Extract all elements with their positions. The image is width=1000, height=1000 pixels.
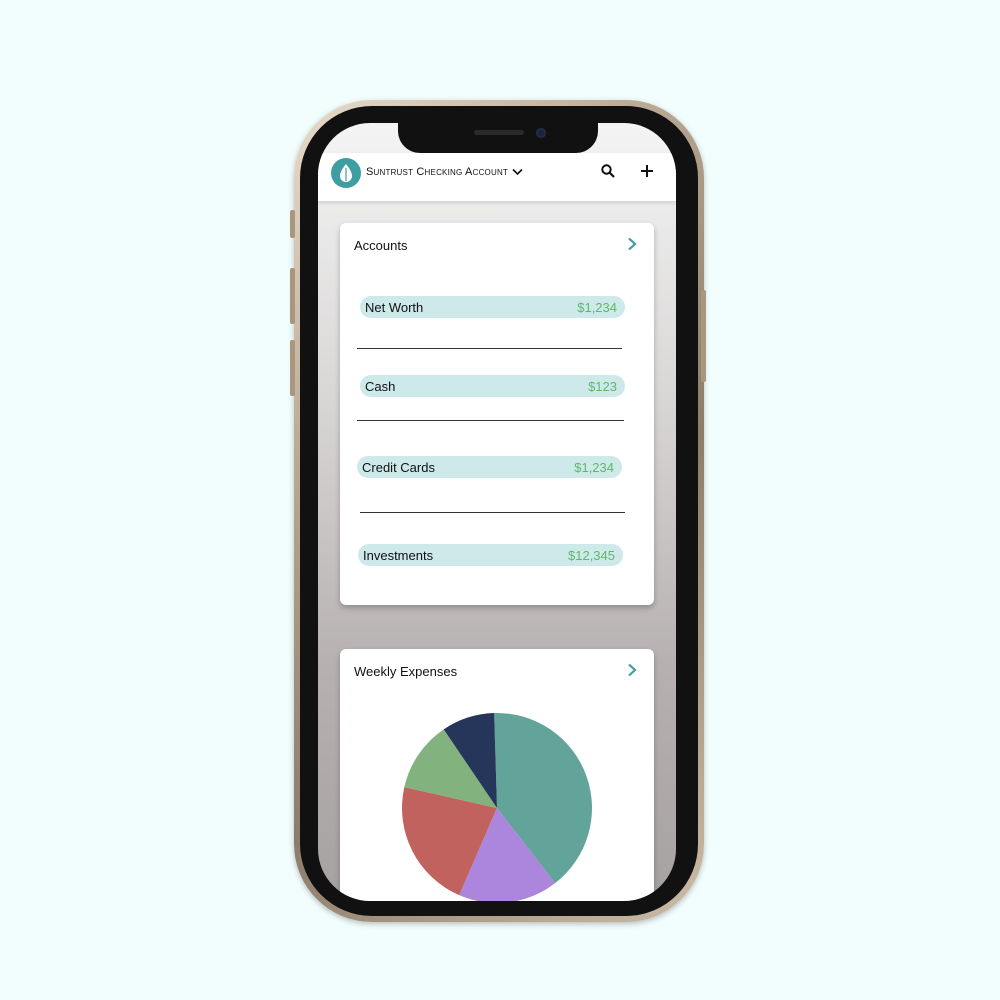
account-row-investments[interactable]: Investments $12,345 <box>358 544 623 566</box>
account-selector[interactable]: Suntrust Checking Account <box>366 166 523 178</box>
account-label: Cash <box>365 378 396 394</box>
app-header: Suntrust Checking Account <box>318 153 676 201</box>
account-amount: $1,234 <box>574 459 614 475</box>
account-amount: $12,345 <box>568 547 615 563</box>
front-camera <box>536 128 546 138</box>
search-icon[interactable] <box>599 162 617 180</box>
account-label: Investments <box>363 547 434 563</box>
account-amount: $1,234 <box>577 299 617 315</box>
phone-screen: Suntrust Checking Account Accounts Net W… <box>318 123 676 901</box>
accounts-card: Accounts Net Worth $1,234 Cash $123 Cred… <box>340 223 654 605</box>
speaker <box>474 130 524 135</box>
notch <box>398 123 598 153</box>
weekly-expenses-title: Weekly Expenses <box>354 664 458 679</box>
account-row-credit-cards[interactable]: Credit Cards $1,234 <box>357 456 622 478</box>
expenses-pie-chart <box>402 713 592 901</box>
chevron-right-icon[interactable] <box>626 237 638 251</box>
mute-switch <box>290 210 295 238</box>
divider <box>357 348 622 349</box>
account-amount: $123 <box>588 378 617 394</box>
account-row-cash[interactable]: Cash $123 <box>360 375 625 397</box>
power-button <box>701 290 706 382</box>
account-label: Credit Cards <box>362 459 435 475</box>
account-row-net-worth[interactable]: Net Worth $1,234 <box>360 296 625 318</box>
divider <box>357 420 624 421</box>
chevron-right-icon[interactable] <box>626 663 638 677</box>
leaf-drop-icon[interactable] <box>331 158 361 188</box>
account-label: Net Worth <box>365 299 424 315</box>
account-title: Suntrust Checking Account <box>366 166 509 178</box>
accounts-title: Accounts <box>354 238 408 253</box>
plus-icon[interactable] <box>638 162 656 180</box>
volume-up-button <box>290 268 295 324</box>
chevron-down-icon <box>512 168 523 176</box>
volume-down-button <box>290 340 295 396</box>
divider <box>360 512 625 513</box>
weekly-expenses-card: Weekly Expenses <box>340 649 654 901</box>
